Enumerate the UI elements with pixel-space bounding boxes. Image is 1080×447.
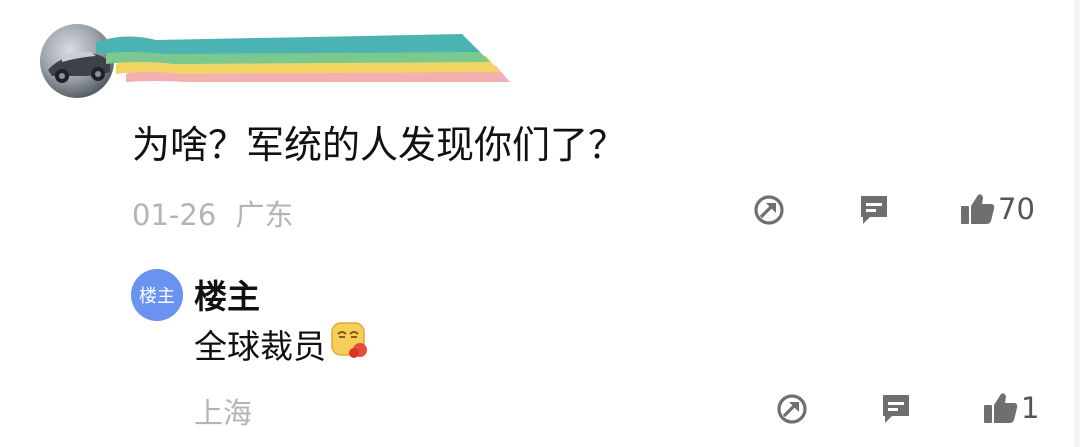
share-icon: [754, 195, 784, 225]
op-badge-avatar[interactable]: 楼主: [131, 269, 183, 321]
cry-laugh-emoji-icon: [330, 320, 370, 368]
reply-share-button[interactable]: [775, 392, 809, 426]
share-icon: [777, 394, 807, 424]
comment-date: 01-26: [132, 198, 217, 232]
reply-location: 上海: [194, 396, 253, 430]
username-rainbow-banner: [96, 34, 510, 82]
reply-comment-button[interactable]: [880, 392, 912, 426]
comment-meta: 01-26 广东: [132, 192, 294, 234]
thumbs-up-icon: [984, 393, 1018, 423]
reply-button[interactable]: [858, 193, 890, 227]
reply-like-count: 1: [1021, 391, 1040, 425]
like-count: 70: [998, 192, 1035, 226]
chat-bubble-icon: [861, 196, 887, 224]
reply-text: 全球裁员: [194, 320, 370, 368]
scrollbar-track[interactable]: [1074, 0, 1080, 447]
reply-like-button[interactable]: 1: [983, 391, 1039, 425]
like-button[interactable]: 70: [960, 192, 1035, 226]
thumbs-up-icon: [961, 194, 995, 224]
comment-location: 广东: [235, 198, 294, 232]
comment-text: 为啥？军统的人发现你们了？: [132, 123, 627, 167]
chat-bubble-icon: [883, 395, 909, 423]
reply-author[interactable]: 楼主: [194, 270, 260, 318]
share-button[interactable]: [752, 193, 786, 227]
reply-text-content: 全球裁员: [194, 327, 326, 366]
